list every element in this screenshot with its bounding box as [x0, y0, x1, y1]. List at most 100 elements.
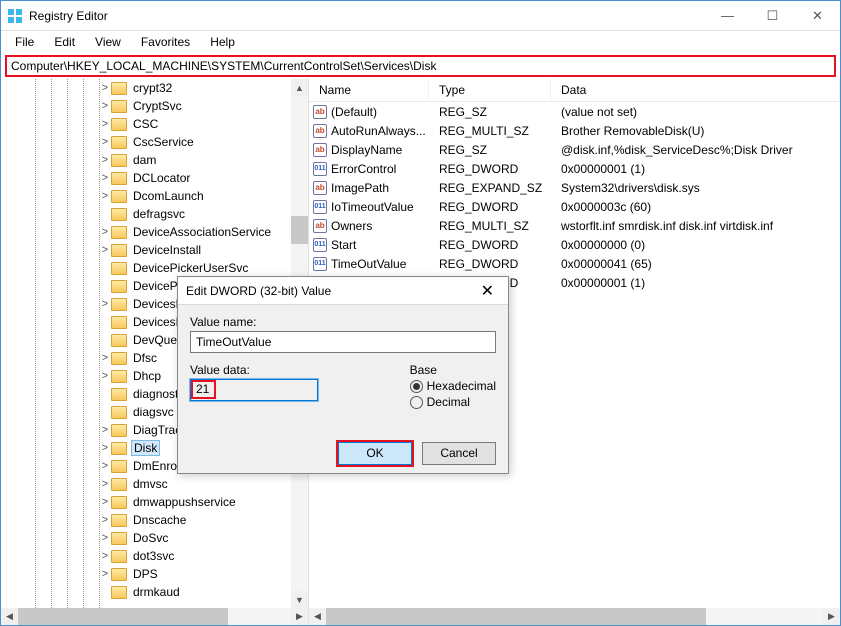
expander-icon[interactable]: >	[99, 370, 111, 382]
tree-item-label: Dnscache	[131, 513, 188, 527]
tree-item-label: DcomLaunch	[131, 189, 206, 203]
list-row[interactable]: abAutoRunAlways...REG_MULTI_SZBrother Re…	[309, 121, 840, 140]
menu-edit[interactable]: Edit	[46, 33, 83, 51]
expander-icon[interactable]: >	[99, 154, 111, 166]
value-data-cell: System32\drivers\disk.sys	[551, 181, 840, 195]
expander-icon[interactable]: >	[99, 496, 111, 508]
folder-icon	[111, 442, 127, 455]
tree-item-label: Dfsc	[131, 351, 159, 365]
expander-icon[interactable]: >	[99, 550, 111, 562]
value-data-input[interactable]: 21	[190, 379, 318, 401]
tree-item[interactable]: drmkaud	[1, 583, 308, 601]
tree-item-label: DoSvc	[131, 531, 170, 545]
expander-icon[interactable]: >	[99, 568, 111, 580]
scroll-left-icon[interactable]: ◀	[309, 608, 326, 625]
radio-decimal[interactable]: Decimal	[410, 395, 496, 409]
expander-icon[interactable]: >	[99, 118, 111, 130]
tree-horizontal-scrollbar[interactable]: ◀ ▶	[1, 608, 308, 625]
list-row[interactable]: 011ErrorControlREG_DWORD0x00000001 (1)	[309, 159, 840, 178]
scroll-down-icon[interactable]: ▼	[291, 591, 308, 608]
list-row[interactable]: abImagePathREG_EXPAND_SZSystem32\drivers…	[309, 178, 840, 197]
tree-item-label: CscService	[131, 135, 196, 149]
list-row[interactable]: 011TimeOutValueREG_DWORD0x00000041 (65)	[309, 254, 840, 273]
tree-item[interactable]: > DoSvc	[1, 529, 308, 547]
expander-icon[interactable]: >	[99, 442, 111, 454]
menu-view[interactable]: View	[87, 33, 129, 51]
column-name-header[interactable]: Name	[309, 79, 429, 101]
tree-item[interactable]: > Dnscache	[1, 511, 308, 529]
tree-item-label: crypt32	[131, 81, 174, 95]
expander-icon[interactable]: >	[99, 478, 111, 490]
expander-icon[interactable]: >	[99, 172, 111, 184]
string-value-icon: ab	[313, 143, 327, 157]
column-data-header[interactable]: Data	[551, 79, 840, 101]
value-name-label: Value name:	[190, 315, 496, 329]
base-group: Base Hexadecimal Decimal	[410, 363, 496, 409]
maximize-button[interactable]: ☐	[750, 1, 795, 30]
scroll-up-icon[interactable]: ▲	[291, 79, 308, 96]
radio-hexadecimal[interactable]: Hexadecimal	[410, 379, 496, 393]
expander-icon[interactable]: >	[99, 100, 111, 112]
close-button[interactable]: ✕	[795, 1, 840, 30]
tree-item-label: DeviceInstall	[131, 243, 203, 257]
menu-favorites[interactable]: Favorites	[133, 33, 198, 51]
tree-item[interactable]: > CscService	[1, 133, 308, 151]
expander-icon[interactable]: >	[99, 298, 111, 310]
tree-item[interactable]: >CSC	[1, 115, 308, 133]
tree-item[interactable]: DevicePickerUserSvc	[1, 259, 308, 277]
list-row[interactable]: 011StartREG_DWORD0x00000000 (0)	[309, 235, 840, 254]
value-name-cell: Start	[331, 238, 356, 252]
expander-icon[interactable]: >	[99, 226, 111, 238]
list-row[interactable]: ab(Default)REG_SZ(value not set)	[309, 102, 840, 121]
tree-item[interactable]: >DeviceAssociationService	[1, 223, 308, 241]
expander-icon[interactable]: >	[99, 424, 111, 436]
tree-item[interactable]: >dmwappushservice	[1, 493, 308, 511]
dword-value-icon: 011	[313, 162, 327, 176]
tree-item[interactable]: >dmvsc	[1, 475, 308, 493]
expander-icon[interactable]: >	[99, 136, 111, 148]
value-name-cell: DisplayName	[331, 143, 402, 157]
tree-item[interactable]: >dam	[1, 151, 308, 169]
scroll-thumb-h[interactable]	[326, 608, 706, 625]
minimize-button[interactable]: —	[705, 1, 750, 30]
tree-item[interactable]: > DeviceInstall	[1, 241, 308, 259]
scroll-right-icon[interactable]: ▶	[291, 608, 308, 625]
folder-icon	[111, 136, 127, 149]
tree-item-label: drmkaud	[131, 585, 182, 599]
tree-item[interactable]: > DcomLaunch	[1, 187, 308, 205]
string-value-icon: ab	[313, 181, 327, 195]
tree-item[interactable]: defragsvc	[1, 205, 308, 223]
scroll-left-icon[interactable]: ◀	[1, 608, 18, 625]
folder-icon	[111, 100, 127, 113]
menu-help[interactable]: Help	[202, 33, 243, 51]
expander-icon[interactable]: >	[99, 460, 111, 472]
tree-item[interactable]: >DPS	[1, 565, 308, 583]
scroll-thumb[interactable]	[291, 216, 308, 244]
expander-icon[interactable]: >	[99, 244, 111, 256]
scroll-thumb-h[interactable]	[18, 608, 228, 625]
list-row[interactable]: abOwnersREG_MULTI_SZwstorflt.inf smrdisk…	[309, 216, 840, 235]
tree-item[interactable]: >DCLocator	[1, 169, 308, 187]
cancel-button[interactable]: Cancel	[422, 442, 496, 465]
list-row[interactable]: abDisplayNameREG_SZ@disk.inf,%disk_Servi…	[309, 140, 840, 159]
ok-button[interactable]: OK	[338, 442, 412, 465]
dialog-close-button[interactable]: ✕	[475, 281, 500, 301]
value-name-cell: (Default)	[331, 105, 377, 119]
tree-item[interactable]: >CryptSvc	[1, 97, 308, 115]
tree-item[interactable]: > crypt32	[1, 79, 308, 97]
value-name-input[interactable]	[190, 331, 496, 353]
expander-icon[interactable]: >	[99, 352, 111, 364]
expander-icon[interactable]: >	[99, 82, 111, 94]
expander-icon[interactable]: >	[99, 532, 111, 544]
expander-icon[interactable]: >	[99, 514, 111, 526]
folder-icon	[111, 334, 127, 347]
list-horizontal-scrollbar[interactable]: ◀ ▶	[309, 608, 840, 625]
column-type-header[interactable]: Type	[429, 79, 551, 101]
tree-item-label: DevicePickerUserSvc	[131, 261, 250, 275]
list-row[interactable]: 011IoTimeoutValueREG_DWORD0x0000003c (60…	[309, 197, 840, 216]
address-input[interactable]	[11, 59, 830, 73]
expander-icon[interactable]: >	[99, 190, 111, 202]
menu-file[interactable]: File	[7, 33, 42, 51]
scroll-right-icon[interactable]: ▶	[823, 608, 840, 625]
tree-item[interactable]: >dot3svc	[1, 547, 308, 565]
